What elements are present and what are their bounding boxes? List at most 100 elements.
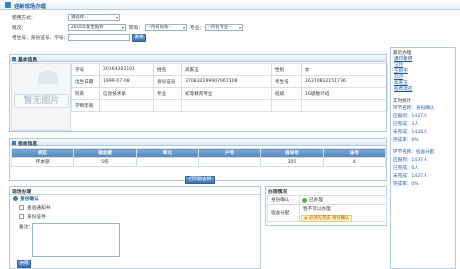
dorm-row[interactable]: 怀本部 5栋 305 4 (10, 157, 387, 167)
dorm-header-cell: 校区 (10, 148, 75, 158)
major-label: 专业： (190, 26, 205, 31)
dorm-header-cell: 房间号 (260, 148, 324, 158)
done-icon (302, 198, 307, 203)
warning-text: 必须先完成 身份确认 (309, 216, 350, 221)
info-icon (12, 56, 16, 61)
onsite-divider (10, 194, 262, 195)
remark-textarea[interactable] (32, 223, 120, 257)
no-photo-watermark: 暂无图片 (14, 94, 69, 108)
app-icon (5, 2, 11, 8)
basic-row: 院系 信息技术系 专业 初等教育专业 班级 16级数计班 (71, 87, 388, 100)
option-notice-label: 查验通知书 (27, 205, 51, 211)
basic-cell-k1: 学制年限 (71, 99, 100, 112)
stats-title: 实时统计 (393, 99, 412, 104)
basic-row: 学制年限 (71, 99, 388, 112)
recent-link[interactable]: 宿费退还 (394, 86, 412, 92)
basic-row: 出生日期 1999-07-08 身份证号 370832199907067108 考生号 1… (71, 75, 388, 88)
status-row1-cell: 已办理 (299, 195, 387, 205)
dorm-cell: 305 (260, 157, 324, 167)
basic-cell-k1: 学号 (71, 63, 100, 76)
search-button[interactable]: 查询 (132, 34, 146, 42)
stats-group-head: 环节名称：宿舍分配 (393, 150, 435, 155)
basic-cell-v3 (301, 99, 388, 112)
dorm-header-row: 校区 宿舍楼 单元 户号 房间号 床号 (10, 148, 387, 158)
dorm-cell (135, 157, 199, 167)
dorm-cell: 5栋 (73, 157, 137, 167)
print-key-button[interactable]: 打印宿舍钥 (185, 176, 215, 184)
basic-info-table: 学号 20164302101 姓名 高家玉 性别女出生日期 1999-07-08 身份证号 3… (71, 63, 388, 112)
section-bullet-icon (13, 196, 18, 201)
stats-line: 未完成：1434人 (393, 130, 428, 135)
stats-line: 已完成：3人 (393, 122, 419, 127)
basic-cell-v3: 16级数计班 (301, 87, 388, 100)
status-row2-value: 暂不可以办理 (303, 207, 331, 212)
basic-row: 学号 20164302101 姓名 高家玉 性别女 (71, 63, 388, 76)
basic-cell-v2: 初等教育专业 (181, 87, 272, 100)
dorm-cell (197, 157, 262, 167)
stats-line: 完成率：0% (393, 182, 419, 187)
basic-cell-k3: 性别 (271, 63, 302, 76)
option-id-card-label: 身份证件 (27, 214, 46, 220)
status-title: 办理情况 (268, 189, 288, 195)
dorm-cell: 4 (322, 157, 387, 167)
basic-cell-v1: 1999-07-08 (99, 75, 154, 88)
status-panel: 办理情况 身份确认 已办理 宿舍分配 暂不可以办理 ◉ 必须先完成 身份确认 (265, 186, 387, 226)
batch-select[interactable]: 2016年新生报到 (68, 24, 126, 31)
basic-cell-k2 (153, 99, 182, 112)
mode-select[interactable]: 请选择... (68, 14, 120, 21)
basic-cell-v2 (181, 99, 272, 112)
basic-cell-v1 (99, 99, 154, 112)
basic-info-header: 基本信息 (10, 55, 386, 63)
basic-cell-v2: 高家玉 (181, 63, 272, 76)
stats-group-head: 环节名称：身份确认 (393, 106, 435, 111)
stats-line: 应报到：1437人 (393, 114, 428, 119)
basic-cell-k2: 专业 (153, 87, 182, 100)
stats-line: 应报到：1437人 (393, 158, 428, 163)
sidebar: 最近办理 潘印象明 汪玲 王帆宇 刘汐 高家玉 宿费退还 实时统计 环节名称：身份确认 应报… (390, 47, 456, 269)
college-label: 院系： (129, 26, 144, 31)
dorm-header-cell: 单元 (135, 148, 199, 158)
basic-cell-k1: 出生日期 (71, 75, 100, 88)
avatar-placeholder-icon (38, 70, 58, 84)
basic-cell-v1: 信息技术系 (99, 87, 154, 100)
warning-badge: ◉ 必须先完成 身份确认 (301, 215, 353, 222)
dorm-icon (12, 140, 16, 145)
basic-cell-k3: 班级 (271, 87, 302, 100)
stats-line: 未完成：1437人 (393, 174, 428, 179)
basic-info-title: 基本信息 (18, 57, 38, 63)
status-row2-label: 宿舍分配 (267, 204, 300, 222)
basic-cell-v3: 16370832151736 (301, 75, 388, 88)
onsite-header: 现场办理 (10, 187, 260, 195)
submit-button[interactable]: 办理 (17, 260, 31, 268)
batch-label: 批次： (12, 26, 27, 31)
checkbox-id-card[interactable] (19, 214, 24, 219)
dorm-info-header: 宿舍信息 (10, 139, 386, 147)
status-row1-value: 已办理 (309, 198, 323, 203)
window-title: 迎新现场办理 (14, 3, 46, 10)
section-identity: 身份确认 (20, 196, 39, 202)
college-select[interactable]: --所有院系-- (145, 24, 187, 31)
stats-line: 完成率：0% (393, 138, 419, 143)
student-photo: 暂无图片 (11, 63, 71, 131)
dorm-table: 校区 宿舍楼 单元 户号 房间号 床号 怀本部 5栋 305 4 (10, 148, 387, 167)
basic-info-panel: 基本信息 暂无图片 学号 20164302101 姓名 高家玉 性别女出生日期 1999-… (9, 54, 388, 132)
remark-label: 备注： (19, 225, 34, 230)
status-row1-label: 身份确认 (267, 195, 300, 205)
title-bar: 迎新现场办理 (0, 0, 460, 10)
stats-line: 已完成：0人 (393, 166, 419, 171)
basic-cell-k2: 姓名 (153, 63, 182, 76)
mode-label: 使用方式： (12, 16, 36, 21)
id-search-input[interactable] (68, 34, 130, 41)
dorm-header-cell: 床号 (322, 148, 387, 158)
basic-cell-v2: 370832199907067108 (181, 75, 272, 88)
checkbox-notice[interactable] (19, 205, 24, 210)
basic-cell-k3 (271, 99, 302, 112)
onsite-panel: 现场办理 身份确认 查验通知书 身份证件 备注： (9, 186, 262, 269)
basic-cell-v3: 女 (301, 63, 388, 76)
basic-cell-k2: 身份证号 (153, 75, 182, 88)
basic-cell-k1: 院系 (71, 87, 100, 100)
dorm-header-cell: 宿舍楼 (73, 148, 137, 158)
major-select[interactable]: --所有专业-- (205, 24, 243, 31)
dorm-info-title: 宿舍信息 (18, 141, 38, 147)
id-label: 考生号、身份证号、学号： (12, 36, 69, 41)
